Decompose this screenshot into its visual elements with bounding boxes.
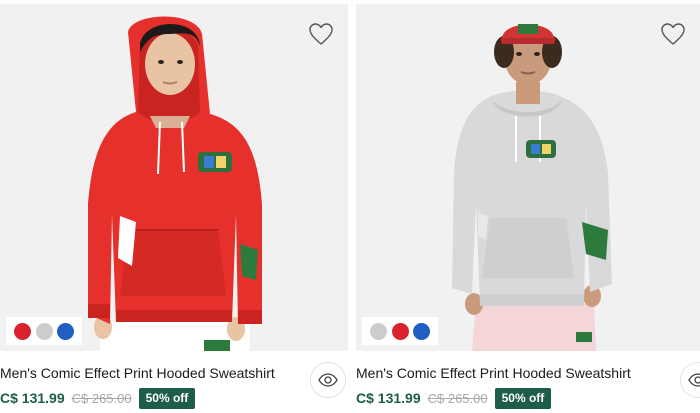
product-image[interactable] bbox=[356, 4, 700, 351]
original-price: C$ 265.00 bbox=[71, 390, 132, 406]
discount-badge: 50% off bbox=[138, 387, 196, 409]
model-red-hoodie-illustration bbox=[0, 4, 348, 351]
quick-view-button[interactable] bbox=[310, 362, 346, 398]
sale-price: C$ 131.99 bbox=[356, 390, 421, 406]
wishlist-button[interactable] bbox=[308, 22, 334, 46]
color-swatches bbox=[6, 317, 82, 345]
model-gray-hoodie-illustration bbox=[356, 4, 700, 351]
product-title[interactable]: Men's Comic Effect Print Hooded Sweatshi… bbox=[356, 364, 631, 382]
color-swatch-gray[interactable] bbox=[35, 322, 53, 340]
color-swatch-blue[interactable] bbox=[413, 322, 431, 340]
wishlist-button[interactable] bbox=[660, 22, 686, 46]
color-swatch-red[interactable] bbox=[391, 322, 409, 340]
quick-view-button[interactable] bbox=[680, 362, 700, 398]
sale-price: C$ 131.99 bbox=[0, 390, 65, 406]
color-swatch-red[interactable] bbox=[13, 322, 31, 340]
color-swatch-gray[interactable] bbox=[369, 322, 387, 340]
product-image[interactable] bbox=[0, 4, 348, 351]
product-card[interactable]: Men's Comic Effect Print Hooded Sweatshi… bbox=[356, 0, 700, 413]
product-card[interactable]: Men's Comic Effect Print Hooded Sweatshi… bbox=[0, 0, 348, 413]
heart-outline-icon bbox=[661, 23, 685, 45]
eye-icon bbox=[318, 373, 338, 387]
price-row: C$ 131.99 C$ 265.00 50% off bbox=[0, 387, 196, 409]
price-row: C$ 131.99 C$ 265.00 50% off bbox=[356, 387, 552, 409]
discount-badge: 50% off bbox=[494, 387, 552, 409]
product-title[interactable]: Men's Comic Effect Print Hooded Sweatshi… bbox=[0, 364, 275, 382]
heart-outline-icon bbox=[309, 23, 333, 45]
color-swatches bbox=[362, 317, 438, 345]
color-swatch-blue[interactable] bbox=[57, 322, 75, 340]
chest-logo-patch bbox=[526, 140, 556, 158]
eye-icon bbox=[688, 373, 700, 387]
chest-logo-patch bbox=[198, 152, 232, 172]
original-price: C$ 265.00 bbox=[427, 390, 488, 406]
